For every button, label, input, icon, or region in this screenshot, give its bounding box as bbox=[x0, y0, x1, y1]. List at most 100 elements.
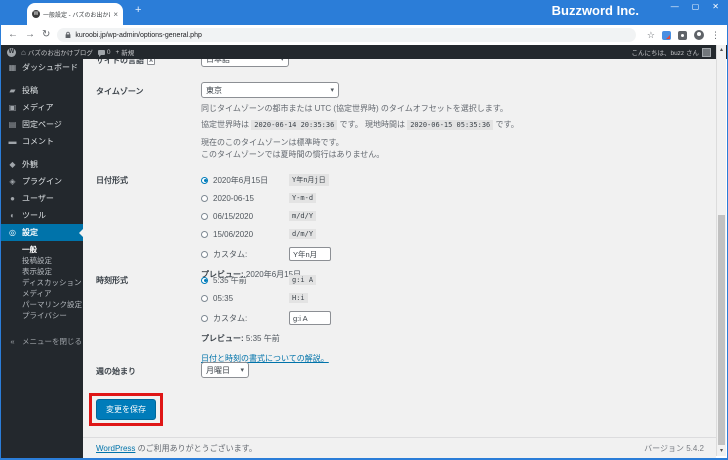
option-text[interactable]: 15/06/2020 bbox=[213, 230, 289, 239]
radio-checked-icon[interactable] bbox=[201, 276, 208, 284]
sidebar-item-posts[interactable]: ▰ 投稿 bbox=[1, 82, 83, 99]
radio-icon[interactable] bbox=[201, 230, 208, 238]
wp-version: バージョン 5.4.2 bbox=[644, 443, 704, 453]
admin-bar-site-name: バズのお出かけブログ bbox=[27, 50, 93, 57]
capture-extension-icon[interactable] bbox=[662, 30, 671, 40]
wordpress-footer-link[interactable]: WordPress bbox=[96, 444, 135, 453]
date-format-option[interactable]: 06/15/2020 m/d/Y bbox=[201, 211, 706, 221]
timezone-select[interactable]: 東京 ▾ bbox=[201, 82, 339, 98]
sidebar-item-settings[interactable]: ◎ 設定 bbox=[1, 224, 83, 241]
custom-label[interactable]: カスタム: bbox=[213, 313, 289, 324]
radio-icon[interactable] bbox=[201, 250, 208, 258]
format-code: g:i A bbox=[289, 275, 317, 285]
week-start-select[interactable]: 月曜日 ▾ bbox=[201, 362, 249, 378]
sidebar-item-appearance[interactable]: ◆ 外観 bbox=[1, 156, 83, 173]
chevron-down-icon: ▾ bbox=[280, 59, 284, 63]
reload-icon[interactable]: ↻ bbox=[42, 30, 50, 40]
sidebar-item-label: 投稿 bbox=[22, 86, 38, 95]
admin-bar-greeting[interactable]: こんにちは、buzz さん bbox=[631, 47, 699, 57]
new-tab-button[interactable]: + bbox=[135, 4, 141, 16]
comments-icon: ▬ bbox=[8, 137, 17, 146]
sidebar-item-media[interactable]: ▣ メディア bbox=[1, 99, 83, 116]
format-code: d/m/Y bbox=[289, 229, 317, 239]
wordpress-logo-icon[interactable]: W bbox=[7, 47, 16, 57]
admin-bar-new-link[interactable]: + 新規 bbox=[115, 47, 134, 58]
option-text[interactable]: 05:35 bbox=[213, 294, 289, 303]
save-changes-button[interactable]: 変更を保存 bbox=[96, 399, 156, 420]
week-start-row: 週の始まり 月曜日 ▾ bbox=[96, 362, 706, 378]
home-icon: ⌂ bbox=[21, 47, 26, 57]
date-format-row: 日付形式 2020年6月15日 Y年n月j日 2020-06-15 Y-m-d … bbox=[96, 171, 706, 280]
sidebar-item-comments[interactable]: ▬ コメント bbox=[1, 133, 83, 150]
submenu-item-general[interactable]: 一般 bbox=[1, 244, 83, 255]
radio-icon[interactable] bbox=[201, 212, 208, 220]
sidebar-item-dashboard[interactable]: ▦ ダッシュボード bbox=[1, 59, 83, 76]
browser-window: W 一般設定 - バズのお出かけ日記 — W × + Buzzword Inc.… bbox=[0, 0, 728, 460]
timezone-help: 同じタイムゾーンの都市または UTC (協定世界時) のタイムオフセットを選択し… bbox=[201, 104, 508, 113]
admin-bar-comments-link[interactable]: 0 bbox=[97, 49, 110, 57]
option-text[interactable]: 2020年6月15日 bbox=[213, 175, 289, 186]
admin-bar-site-link[interactable]: ⌂ バズのお出かけブログ bbox=[21, 47, 93, 58]
radio-checked-icon[interactable] bbox=[201, 176, 208, 184]
radio-icon[interactable] bbox=[201, 314, 208, 322]
week-start-value: 月曜日 bbox=[206, 365, 230, 375]
extensions-icon[interactable] bbox=[678, 30, 687, 40]
forward-icon[interactable]: → bbox=[25, 30, 35, 40]
submenu-item-privacy[interactable]: プライバシー bbox=[1, 310, 83, 321]
date-format-option[interactable]: 2020-06-15 Y-m-d bbox=[201, 193, 706, 203]
time-format-custom[interactable]: カスタム: bbox=[201, 311, 706, 325]
collapse-menu-button[interactable]: « メニューを閉じる bbox=[1, 336, 83, 347]
custom-label[interactable]: カスタム: bbox=[213, 249, 289, 260]
radio-icon[interactable] bbox=[201, 194, 208, 202]
tab-favicon-icon: W bbox=[32, 10, 40, 18]
sidebar-item-label: メディア bbox=[22, 103, 54, 112]
minimize-button[interactable]: — bbox=[671, 2, 679, 11]
date-format-custom[interactable]: カスタム: bbox=[201, 247, 706, 261]
site-language-select[interactable]: 日本語 ▾ bbox=[201, 59, 289, 67]
admin-footer: WordPress のご利用ありがとうございます。 バージョン 5.4.2 bbox=[83, 437, 716, 458]
user-avatar[interactable] bbox=[702, 47, 711, 57]
bookmark-star-icon[interactable]: ☆ bbox=[647, 30, 655, 41]
back-icon[interactable]: ← bbox=[8, 30, 18, 40]
local-time: 2020-06-15 05:35:36 bbox=[407, 119, 494, 130]
sidebar-item-label: ダッシュボード bbox=[22, 63, 78, 72]
date-format-custom-input[interactable] bbox=[289, 247, 331, 261]
time-format-row: 時刻形式 5:35 午前 g:i A 05:35 H:i カスタム: g:i A… bbox=[96, 271, 706, 364]
submenu-item-writing[interactable]: 投稿設定 bbox=[1, 255, 83, 266]
sidebar-item-tools[interactable]: ◐ ツール bbox=[1, 207, 83, 224]
time-format-custom-input[interactable] bbox=[289, 311, 331, 325]
profile-icon[interactable] bbox=[694, 30, 704, 40]
tab-close-icon[interactable]: × bbox=[113, 10, 118, 19]
sidebar-item-plugins[interactable]: ◈ プラグイン bbox=[1, 173, 83, 190]
submenu-item-media[interactable]: メディア bbox=[1, 288, 83, 299]
sidebar-item-label: ユーザー bbox=[22, 194, 54, 203]
sidebar-item-label: プラグイン bbox=[22, 177, 62, 186]
comments-bubble-icon bbox=[97, 49, 105, 57]
option-text[interactable]: 5:35 午前 bbox=[213, 275, 289, 286]
browser-menu-icon[interactable]: ⋮ bbox=[711, 30, 720, 41]
close-button[interactable]: ✕ bbox=[712, 2, 719, 11]
users-icon: ● bbox=[10, 194, 15, 203]
sidebar-item-users[interactable]: ● ユーザー bbox=[1, 190, 83, 207]
scrollbar[interactable]: ▴ ▾ bbox=[716, 45, 726, 456]
time-format-option[interactable]: 5:35 午前 g:i A bbox=[201, 275, 706, 285]
time-format-option[interactable]: 05:35 H:i bbox=[201, 293, 706, 303]
radio-icon[interactable] bbox=[201, 294, 208, 302]
browser-tab[interactable]: W 一般設定 - バズのお出かけ日記 — W × bbox=[27, 3, 123, 25]
submenu-item-reading[interactable]: 表示設定 bbox=[1, 266, 83, 277]
scrollbar-thumb[interactable] bbox=[718, 215, 725, 445]
address-bar[interactable]: kuroobi.jp/wp-admin/options-general.php bbox=[57, 28, 636, 42]
date-format-option[interactable]: 2020年6月15日 Y年n月j日 bbox=[201, 174, 706, 186]
date-format-option[interactable]: 15/06/2020 d/m/Y bbox=[201, 229, 706, 239]
collapse-label: メニューを閉じる bbox=[22, 337, 82, 346]
footer-thanks: WordPress のご利用ありがとうございます。 bbox=[96, 443, 257, 454]
scroll-down-button[interactable]: ▾ bbox=[717, 446, 726, 456]
sidebar-item-pages[interactable]: ▤ 固定ページ bbox=[1, 116, 83, 133]
submenu-item-permalinks[interactable]: パーマリンク設定 bbox=[1, 299, 83, 310]
submenu-item-discussion[interactable]: ディスカッション bbox=[1, 277, 83, 288]
option-text[interactable]: 2020-06-15 bbox=[213, 194, 289, 203]
appearance-icon: ◆ bbox=[9, 160, 16, 169]
scroll-up-button[interactable]: ▴ bbox=[717, 45, 726, 55]
option-text[interactable]: 06/15/2020 bbox=[213, 212, 289, 221]
maximize-button[interactable]: ▢ bbox=[692, 2, 700, 11]
